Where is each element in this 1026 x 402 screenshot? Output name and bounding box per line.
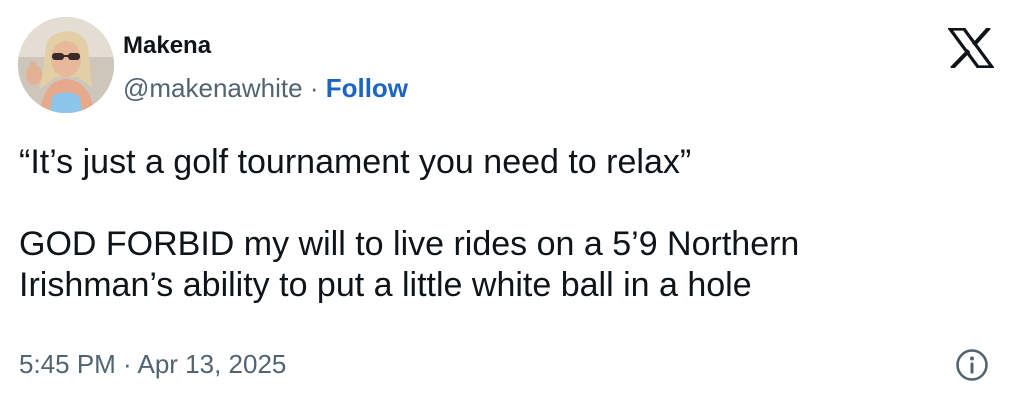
tweet-line: GOD FORBID my will to live rides on a 5’… bbox=[19, 225, 800, 263]
author-display-name[interactable]: Makena bbox=[123, 31, 211, 61]
tweet-card: Makena @makenawhite · Follow “It’s just … bbox=[0, 0, 1026, 402]
avatar[interactable] bbox=[18, 17, 114, 113]
tweet-timestamp[interactable]: 5:45 PM · Apr 13, 2025 bbox=[19, 348, 286, 380]
author-handle[interactable]: @makenawhite bbox=[123, 73, 303, 103]
tweet-text: “It’s just a golf tournament you need to… bbox=[19, 142, 1009, 306]
tweet-line: Irishman’s ability to put a little white… bbox=[19, 266, 752, 304]
tweet-line: “It’s just a golf tournament you need to… bbox=[19, 143, 692, 181]
author-handle-row: @makenawhite · Follow bbox=[123, 72, 408, 104]
follow-button[interactable]: Follow bbox=[326, 73, 408, 103]
handle-separator: · bbox=[302, 73, 326, 103]
info-icon[interactable] bbox=[955, 348, 989, 382]
x-logo-icon[interactable] bbox=[946, 26, 996, 70]
avatar-photo-icon bbox=[18, 17, 114, 113]
